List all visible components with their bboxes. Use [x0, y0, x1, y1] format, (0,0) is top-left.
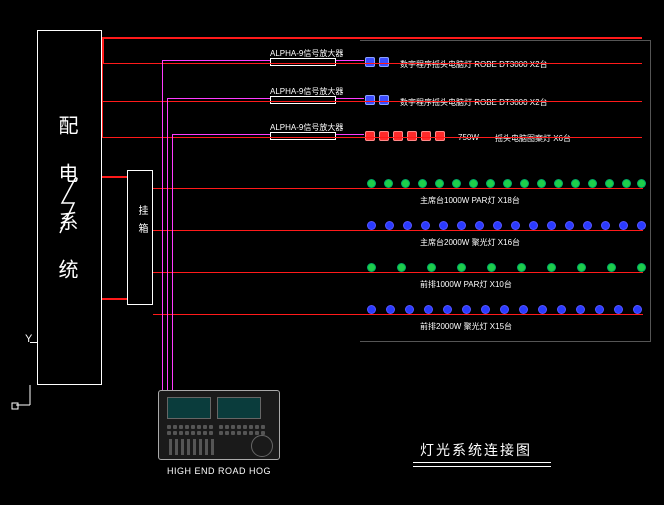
- fixture-moving-head: [379, 95, 389, 105]
- row-label-7: 前排2000W 聚光灯 X15台: [420, 321, 512, 332]
- fixture-gobo: [393, 131, 403, 141]
- row-label-3b: 摇头电脑图案灯 X6台: [495, 133, 571, 144]
- row-label-1: 数字程序摇头电脑灯 ROBE DT3000 X2台: [400, 59, 548, 70]
- row-label-4: 主席台1000W PAR灯 X18台: [420, 195, 520, 206]
- fixture-gobo: [435, 131, 445, 141]
- stage-frame: [360, 40, 651, 342]
- lightning-icon: [54, 175, 84, 235]
- title-underline: [413, 462, 551, 463]
- fixture-moving-head: [379, 57, 389, 67]
- console-label: HIGH END ROAD HOG: [167, 466, 271, 476]
- row-label-2: 数字程序摇头电脑灯 ROBE DT3000 X2台: [400, 97, 548, 108]
- lighting-console: [158, 390, 280, 460]
- ground-icon: [8, 385, 38, 420]
- amp-box-3: [270, 132, 336, 140]
- row-label-5: 主席台2000W 聚光灯 X16台: [420, 237, 520, 248]
- fixture-gobo: [407, 131, 417, 141]
- fixture-gobo: [379, 131, 389, 141]
- wall-box-label: 挂箱: [134, 205, 149, 241]
- fixture-moving-head: [365, 95, 375, 105]
- diagram-canvas: 配电系统 Y 挂箱 ALPHA-9信号放大器 ALPHA-9信号放大器 ALPH…: [0, 0, 664, 505]
- amp-box-1: [270, 58, 336, 66]
- ground-y: Y: [25, 333, 32, 345]
- fixture-gobo: [421, 131, 431, 141]
- diagram-title: 灯光系统连接图: [420, 440, 532, 460]
- row-label-6: 前排1000W PAR灯 X10台: [420, 279, 512, 290]
- amp-box-2: [270, 96, 336, 104]
- fixture-moving-head: [365, 57, 375, 67]
- fixture-gobo: [365, 131, 375, 141]
- title-underline-2: [413, 466, 551, 467]
